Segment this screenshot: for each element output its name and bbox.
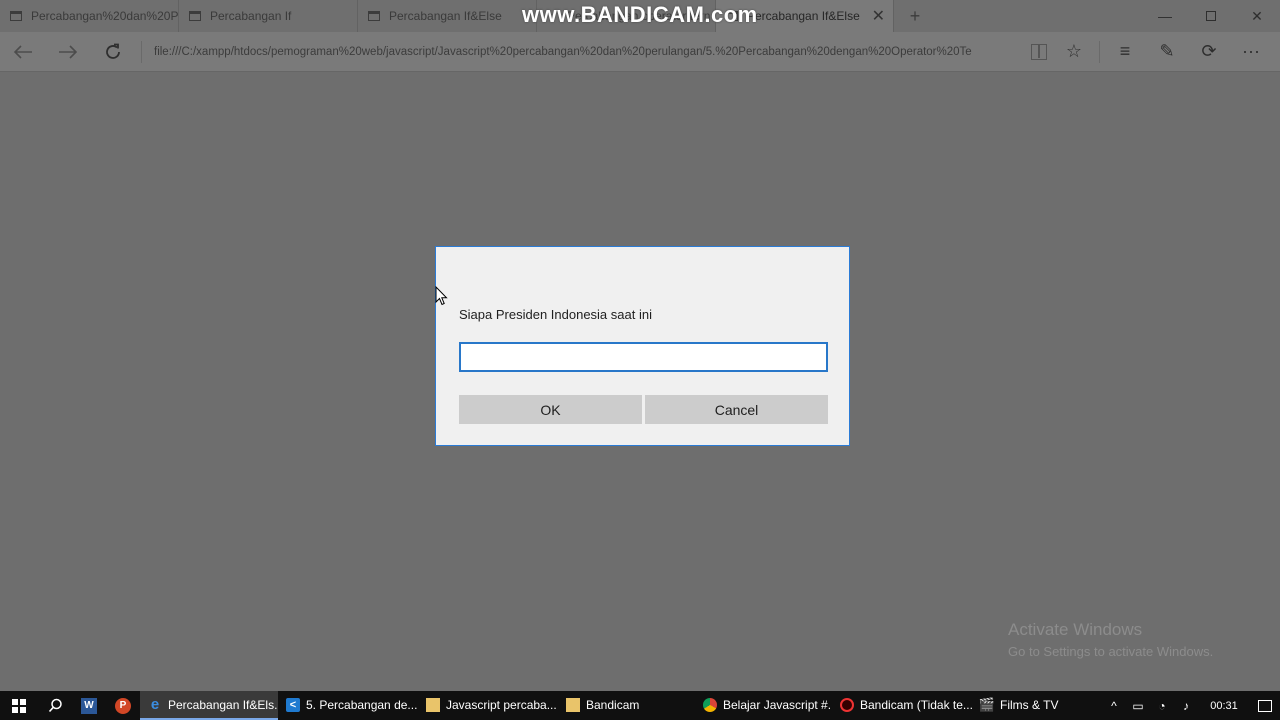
folder-icon [426,697,440,712]
folder-icon [566,697,580,712]
hub-button[interactable]: ≡ [1104,32,1146,72]
clock[interactable]: 00:31 [1198,700,1250,712]
vscode-icon: < [286,697,300,712]
tab-1[interactable]: Percabangan%20dan%20Pé [0,0,179,32]
taskbar-item-explorer-2[interactable]: Bandicam [558,691,695,720]
search-icon [48,698,62,713]
close-tab-icon[interactable]: ✕ [872,6,885,26]
recording-watermark: www.BANDICAM.com [522,2,758,27]
taskbar-item-vscode[interactable]: < 5. Percabangan de... [278,691,418,720]
chrome-icon [703,697,717,712]
arrow-left-icon [13,44,32,59]
page-icon [189,11,201,21]
taskbar: W P e Percabangan If&Els... < 5. Percaba… [0,691,1280,720]
address-bar[interactable]: file:///C:/xampp/htdocs/pemograman%20web… [150,46,1015,58]
taskbar-item-label: Percabangan If&Els... [168,697,278,712]
tab-2[interactable]: Percabangan If [179,0,358,32]
film-icon: 🎬 [978,696,996,712]
web-note-button[interactable]: ✎ [1146,32,1188,72]
start-button[interactable] [0,691,38,720]
divider [141,40,142,63]
action-center-button[interactable] [1250,691,1280,720]
tab-title: Percabangan If [210,9,292,23]
taskbar-item-label: Films & TV [1000,697,1059,712]
mouse-cursor-icon [435,286,448,306]
chevron-up-icon[interactable]: ^ [1102,691,1126,720]
taskbar-item-edge[interactable]: e Percabangan If&Els... [140,691,278,720]
prompt-message: Siapa Presiden Indonesia saat ini [459,307,652,322]
prompt-dialog: Siapa Presiden Indonesia saat ini OK Can… [435,246,850,446]
battery-icon[interactable]: ▭ [1126,691,1150,720]
refresh-button[interactable] [90,32,135,72]
tab-title: Percabangan If&Else [389,9,502,23]
tab-3[interactable]: Percabangan If&Else [358,0,537,32]
restore-icon [1206,11,1216,21]
hub-icon: ≡ [1119,41,1131,61]
favorite-button[interactable]: ☆ [1053,32,1095,72]
word-icon: W [81,697,97,714]
taskbar-item-films[interactable]: 🎬 Films & TV [972,691,1066,720]
system-tray: ^ ▭ ◔ ♪ 00:31 [1102,691,1280,720]
taskbar-item-label: Bandicam [586,697,640,712]
pen-icon: ✎ [1159,41,1175,61]
minimize-button[interactable]: — [1142,0,1188,32]
speaker-icon[interactable]: ♪ [1174,691,1198,720]
search-button[interactable] [38,691,72,720]
windows-logo-icon [12,698,26,713]
taskbar-item-label: Javascript percaba... [446,697,557,712]
powerpoint-pinned-button[interactable]: P [106,691,140,720]
page-icon [368,11,380,21]
address-toolbar: file:///C:/xampp/htdocs/pemograman%20web… [0,32,1280,72]
prompt-input[interactable] [459,342,828,372]
taskbar-item-chrome[interactable]: Belajar Javascript #... [695,691,832,720]
taskbar-item-label: 5. Percabangan de... [306,697,418,712]
tab-title: Percabangan%20dan%20Pé [31,9,178,23]
restore-button[interactable] [1188,0,1234,32]
divider [1099,40,1100,63]
page-icon [10,11,22,21]
wifi-icon[interactable]: ◔ [1150,691,1174,720]
record-icon [840,697,854,712]
reading-view-icon[interactable] [1031,43,1047,60]
forward-button[interactable] [45,32,90,72]
taskbar-item-label: Bandicam (Tidak te... [860,697,972,712]
taskbar-item-explorer-1[interactable]: Javascript percaba... [418,691,558,720]
activate-subtitle: Go to Settings to activate Windows. [1008,644,1214,659]
word-pinned-button[interactable]: W [72,691,106,720]
taskbar-item-label: Belajar Javascript #... [723,697,832,712]
close-window-button[interactable]: ✕ [1234,0,1280,32]
share-icon: ⟳ [1201,41,1217,61]
share-button[interactable]: ⟳ [1188,32,1230,72]
cancel-button[interactable]: Cancel [645,395,828,424]
star-icon: ☆ [1065,41,1083,61]
back-button[interactable] [0,32,45,72]
taskbar-item-bandicam[interactable]: Bandicam (Tidak te... [832,691,972,720]
activate-title: Activate Windows [1008,620,1143,639]
refresh-icon [105,43,120,59]
powerpoint-icon: P [115,697,131,714]
more-button[interactable]: ··· [1230,32,1272,72]
notification-icon [1258,699,1272,712]
new-tab-button[interactable]: + [894,0,936,32]
activate-windows-notice: Activate Windows Go to Settings to activ… [1008,620,1213,659]
ok-button[interactable]: OK [459,395,642,424]
arrow-right-icon [58,44,77,59]
more-icon: ··· [1242,41,1260,61]
window-controls: — ✕ [1142,0,1280,32]
edge-icon: e [150,696,160,713]
tab-title: Percabangan If&Else [747,9,860,23]
